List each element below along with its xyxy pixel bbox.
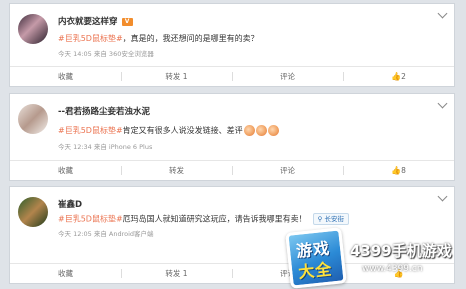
favorite-button[interactable]: 收藏 <box>10 264 121 283</box>
post-meta: 今天 12:05 来自 Android客户端 <box>58 230 154 238</box>
user-avatar[interactable] <box>18 14 48 44</box>
post-card: --君若扬路尘妾若浊水泥 #巨乳5D鼠标垫#肯定又有很多人说没发链接、差评 今天… <box>9 93 455 181</box>
post-text: #巨乳5D鼠标垫#，真是的，我还想问的是哪里有的卖？ <box>58 33 259 44</box>
post-card: 内衣就要这样穿 V #巨乳5D鼠标垫#，真是的，我还想问的是哪里有的卖？ 今天 1… <box>9 3 455 87</box>
like-button[interactable]: 👍2 <box>343 67 454 86</box>
thumbs-up-icon: 👍 <box>391 166 402 175</box>
user-name[interactable]: 崔鑫D <box>58 198 82 210</box>
logo-url: www.4399.cn <box>362 264 423 274</box>
user-name[interactable]: 内衣就要这样穿 V <box>58 15 133 27</box>
comment-button[interactable]: 评论 <box>232 67 343 86</box>
favorite-button[interactable]: 收藏 <box>10 67 121 86</box>
location-tag[interactable]: ⚲ 长安街 <box>312 213 349 225</box>
user-name[interactable]: --君若扬路尘妾若浊水泥 <box>58 105 150 117</box>
thumbs-up-icon: 👍 <box>391 72 402 81</box>
repost-button[interactable]: 转发 1 <box>121 67 232 86</box>
comment-button[interactable]: 评论 <box>232 161 343 180</box>
chevron-down-icon[interactable] <box>437 191 448 202</box>
post-text: #巨乳5D鼠标垫#厄玛岛国人就知道研究这玩应，请告诉我哪里有卖！ ⚲ 长安街 <box>58 213 349 225</box>
topic-tag[interactable]: #巨乳5D鼠标垫# <box>58 215 123 224</box>
emoji-icon <box>255 125 267 136</box>
user-name-text[interactable]: 内衣就要这样穿 <box>58 17 118 27</box>
user-avatar[interactable] <box>18 104 48 134</box>
emoji-icon <box>267 125 279 136</box>
post-meta: 今天 12:34 来自 iPhone 6 Plus <box>58 143 153 151</box>
repost-button[interactable]: 转发 1 <box>121 264 232 283</box>
watermark-logo: 游戏 大全 4399手机游戏 www.4399.cn <box>285 226 466 289</box>
repost-button[interactable]: 转发 <box>121 161 232 180</box>
chevron-down-icon[interactable] <box>437 98 448 109</box>
post-actions: 收藏 转发 评论 👍8 <box>10 160 454 180</box>
user-avatar[interactable] <box>18 197 48 227</box>
post-text: #巨乳5D鼠标垫#肯定又有很多人说没发链接、差评 <box>58 125 279 136</box>
favorite-button[interactable]: 收藏 <box>10 161 121 180</box>
chevron-down-icon[interactable] <box>437 8 448 19</box>
post-actions: 收藏 转发 1 评论 👍2 <box>10 66 454 86</box>
post-body: 肯定又有很多人说没发链接、差评 <box>122 126 243 135</box>
logo-line2: 大全 <box>297 259 334 282</box>
emoji-icon <box>243 125 255 136</box>
topic-tag[interactable]: #巨乳5D鼠标垫# <box>58 126 123 135</box>
like-button[interactable]: 👍8 <box>343 161 454 180</box>
logo-brand-name: 4399手机游戏 <box>350 242 452 260</box>
like-count: 2 <box>401 72 406 81</box>
post-body: 厄玛岛国人就知道研究这玩应，请告诉我哪里有卖！ <box>122 214 307 224</box>
game-logo-icon: 游戏 大全 <box>285 227 347 289</box>
location-label: 长安街 <box>324 215 345 223</box>
topic-tag[interactable]: #巨乳5D鼠标垫# <box>58 34 123 43</box>
location-pin-icon: ⚲ <box>317 215 323 223</box>
post-body: ，真是的，我还想问的是哪里有的卖？ <box>122 34 259 43</box>
post-meta: 今天 14:05 来自 360安全浏览器 <box>58 50 154 58</box>
like-count: 8 <box>401 166 406 175</box>
vip-badge-icon: V <box>121 17 133 26</box>
